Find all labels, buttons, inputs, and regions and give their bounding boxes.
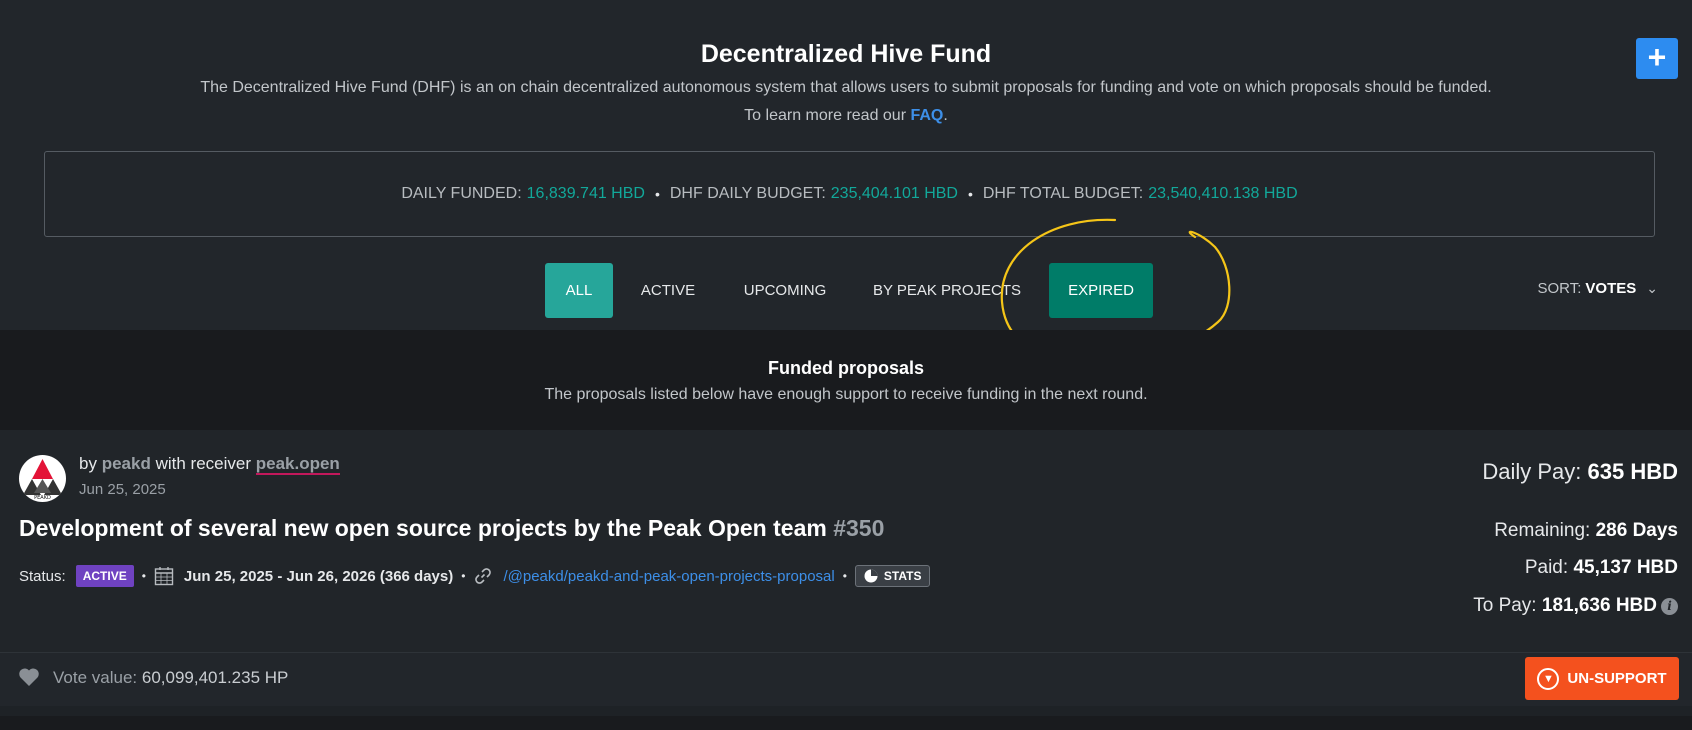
status-badge: ACTIVE: [75, 565, 134, 587]
page-title: Decentralized Hive Fund: [700, 40, 992, 68]
chevron-down-circle-icon: ▼: [1537, 667, 1560, 690]
separator-dot: •: [842, 569, 847, 583]
sort-dropdown[interactable]: SORT: VOTES ⌄: [1538, 280, 1659, 297]
daily-pay-value: 635 HBD: [1587, 459, 1678, 484]
stats-button[interactable]: STATS: [854, 565, 931, 587]
avatar-text: PEAKD: [34, 495, 51, 501]
unsupport-button[interactable]: ▼ UN-SUPPORT: [1525, 657, 1679, 700]
proposal-meta: Status: ACTIVE • Jun 25, 2025 - Jun 26, …: [19, 563, 931, 589]
avatar[interactable]: PEAKD: [19, 455, 66, 502]
heart-icon[interactable]: [18, 667, 40, 687]
proposal-link[interactable]: /@peakd/peakd-and-peak-open-projects-pro…: [503, 568, 834, 585]
tab-active[interactable]: ACTIVE: [640, 263, 696, 318]
receiver-link[interactable]: peak.open: [255, 454, 340, 475]
plus-icon: +: [1647, 39, 1667, 75]
status-label: Status:: [19, 567, 66, 585]
remaining: Remaining: 286 Days: [1494, 520, 1678, 542]
filter-tabs: ALL ACTIVE UPCOMING BY PEAK PROJECTS EXP…: [0, 263, 1692, 318]
total-budget-label: DHF TOTAL BUDGET:: [982, 185, 1144, 202]
add-proposal-button[interactable]: +: [1636, 38, 1678, 79]
proposal-title[interactable]: Development of several new open source p…: [19, 515, 884, 542]
remaining-label: Remaining:: [1494, 520, 1591, 541]
tab-all[interactable]: ALL: [545, 263, 613, 318]
paid-label: Paid:: [1524, 557, 1569, 578]
tab-upcoming[interactable]: UPCOMING: [738, 263, 832, 318]
faq-link[interactable]: FAQ: [910, 107, 943, 124]
separator-dot: •: [141, 569, 146, 583]
unsupport-label: UN-SUPPORT: [1567, 670, 1667, 687]
funded-header-band: [0, 330, 1692, 430]
sort-label: SORT:: [1537, 280, 1582, 297]
paid-value: 45,137 HBD: [1573, 557, 1678, 578]
daily-budget-label: DHF DAILY BUDGET:: [669, 185, 826, 202]
daily-budget-value: 235,404.101 HBD: [830, 185, 958, 202]
link-icon: [475, 568, 492, 584]
author-link[interactable]: peakd: [102, 454, 151, 473]
by-text: by: [79, 454, 97, 473]
tab-expired[interactable]: EXPIRED: [1049, 263, 1153, 318]
daily-funded-label: DAILY FUNDED:: [401, 185, 522, 202]
separator-dot: •: [967, 186, 973, 202]
vote-value: Vote value: 60,099,401.235 HP: [53, 668, 288, 688]
info-icon[interactable]: i: [1661, 597, 1678, 615]
page-description: The Decentralized Hive Fund (DHF) is an …: [200, 79, 1492, 96]
vote-value-label: Vote value:: [53, 668, 138, 687]
to-pay: To Pay: 181,636 HBD i: [1473, 595, 1678, 617]
peakd-logo-icon: PEAKD: [23, 459, 62, 501]
pie-chart-icon: [864, 569, 878, 583]
proposal-title-text: Development of several new open source p…: [19, 515, 827, 541]
calendar-icon: [154, 567, 174, 586]
stats-label: STATS: [883, 569, 922, 583]
to-pay-value: 181,636 HBD: [1541, 595, 1657, 616]
daily-pay-label: Daily Pay:: [1482, 459, 1582, 484]
tab-by-peak-projects[interactable]: BY PEAK PROJECTS: [870, 263, 1024, 318]
bottom-strip: [0, 716, 1692, 730]
learn-more-prefix: To learn more read our: [744, 107, 907, 124]
separator-dot: •: [654, 186, 660, 202]
vote-value-amount: 60,099,401.235 HP: [141, 668, 289, 687]
to-pay-label: To Pay:: [1473, 595, 1537, 616]
proposal-date-range: Jun 25, 2025 - Jun 26, 2026 (366 days): [183, 567, 454, 585]
funded-title: Funded proposals: [767, 358, 924, 378]
proposal-number: #350: [833, 515, 885, 541]
proposal-date: Jun 25, 2025: [79, 481, 166, 498]
daily-funded-value: 16,839.741 HBD: [526, 185, 645, 202]
remaining-value: 286 Days: [1595, 520, 1678, 541]
separator-dot: •: [461, 569, 466, 583]
proposal-byline: by peakd with receiver peak.open: [79, 454, 340, 475]
total-budget-value: 23,540,410.138 HBD: [1148, 185, 1298, 202]
with-receiver-text: with receiver: [155, 454, 251, 473]
daily-pay: Daily Pay: 635 HBD: [1482, 459, 1678, 485]
learn-more-suffix: .: [943, 107, 948, 124]
funded-description: The proposals listed below have enough s…: [544, 386, 1148, 403]
chevron-down-icon: ⌄: [1646, 280, 1658, 296]
budget-summary: DAILY FUNDED: 16,839.741 HBD • DHF DAILY…: [44, 151, 1655, 237]
sort-value: VOTES: [1585, 280, 1637, 297]
paid: Paid: 45,137 HBD: [1525, 557, 1678, 579]
learn-more-text: To learn more read our FAQ.: [0, 107, 1692, 125]
